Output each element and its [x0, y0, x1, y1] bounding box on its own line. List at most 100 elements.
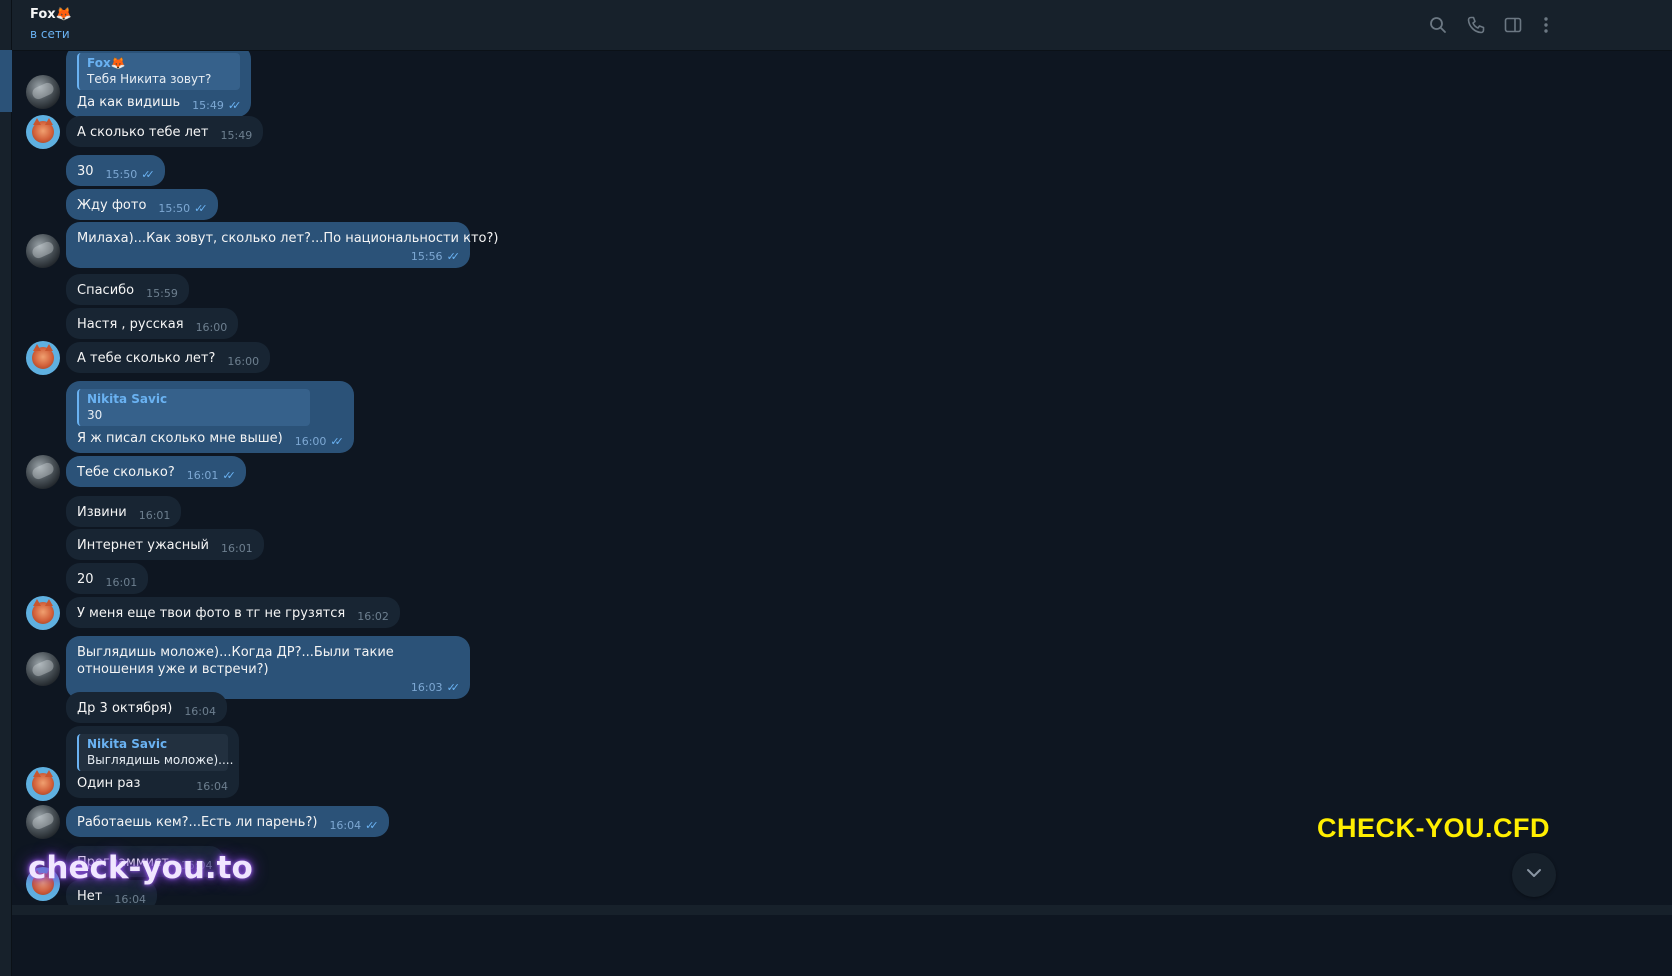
reply-text: Выглядишь моложе)....: [87, 753, 234, 767]
message-bubble-incoming[interactable]: У меня еще твои фото в тг не грузятся 16:…: [66, 597, 400, 628]
message-text: У меня еще твои фото в тг не грузятся: [77, 606, 346, 621]
reply-author: Nikita Savic: [87, 737, 168, 751]
read-ticks-icon: ✓✓: [141, 168, 155, 181]
message-meta: 15:56 ✓✓: [77, 248, 461, 265]
message-bubble-outgoing[interactable]: Жду фото 15:50 ✓✓: [66, 189, 218, 220]
message-meta: 16:01: [139, 507, 171, 524]
message-meta: 16:04: [196, 778, 228, 795]
message-time: 16:01: [105, 576, 138, 589]
read-ticks-icon: ✓✓: [446, 250, 461, 263]
avatar-fox[interactable]: [26, 767, 60, 801]
message-bubble-outgoing[interactable]: Работаешь кем?...Есть ли парень?) 16:04 ✓✓: [66, 806, 389, 837]
message-meta: 16:01: [221, 540, 253, 557]
search-icon[interactable]: [1427, 14, 1449, 36]
read-ticks-icon: ✓✓: [194, 202, 208, 215]
message-bubble-incoming[interactable]: Настя , русская 16:00: [66, 308, 239, 339]
message-text: 20: [77, 572, 94, 587]
message-bubble-outgoing[interactable]: Тебе сколько? 16:01 ✓✓: [66, 456, 246, 487]
message-bubble-incoming[interactable]: Спасибо 15:59: [66, 274, 189, 305]
watermark-yellow: CHECK-YOU.CFD: [1317, 813, 1550, 843]
message-meta: 15:49 ✓✓: [192, 97, 242, 114]
reply-author: Nikita Savic: [87, 392, 168, 406]
message-bubble-incoming[interactable]: Др 3 октября) 16:04: [66, 692, 228, 723]
reply-quote[interactable]: Nikita Savic Выглядишь моложе)....: [77, 734, 234, 771]
message-text: Жду фото: [77, 198, 147, 213]
message-meta: 16:00: [196, 319, 228, 336]
message-bubble-incoming[interactable]: А сколько тебе лет 15:49: [66, 116, 264, 147]
message-time: 16:00: [227, 355, 260, 368]
avatar-self[interactable]: [26, 652, 60, 686]
message-bubble-outgoing[interactable]: Милаха)...Как зовут, сколько лет?...По н…: [66, 222, 498, 268]
message-time: 16:04: [196, 780, 228, 793]
message-time: 16:04: [329, 819, 362, 832]
reply-text: Тебя Никита зовут?: [87, 72, 212, 86]
message-text: Др 3 октября): [77, 701, 173, 716]
message-text: А сколько тебе лет: [77, 125, 209, 140]
message-time: 16:01: [220, 542, 253, 555]
message-time: 15:50: [158, 202, 191, 215]
message-meta: 15:50 ✓✓: [105, 166, 155, 183]
avatar-fox[interactable]: [26, 596, 60, 630]
message-bubble-outgoing[interactable]: Fox🦊 Тебя Никита зовут? Да как видишь 15…: [66, 51, 252, 117]
message-bubble-incoming[interactable]: Извини 16:01: [66, 496, 182, 527]
message-time: 15:50: [105, 168, 138, 181]
message-text: Интернет ужасный: [77, 538, 209, 553]
avatar-self[interactable]: [26, 234, 60, 268]
message-bubble-incoming[interactable]: Nikita Savic Выглядишь моложе).... Один …: [66, 726, 239, 798]
read-ticks-icon: ✓✓: [330, 435, 344, 448]
message-meta: 16:04: [184, 703, 216, 720]
reply-quote[interactable]: Nikita Savic 30: [77, 389, 310, 426]
message-text: 30: [77, 164, 94, 179]
message-text: Тебе сколько?: [77, 465, 175, 480]
message-time: 16:01: [138, 509, 171, 522]
message-bubble-incoming[interactable]: Интернет ужасный 16:01: [66, 529, 264, 560]
avatar-fox[interactable]: [26, 115, 60, 149]
message-bubble-outgoing[interactable]: 30 15:50 ✓✓: [66, 155, 165, 186]
message-meta: 16:00 ✓✓: [294, 433, 344, 450]
message-text: Работаешь кем?...Есть ли парень?): [77, 815, 318, 830]
reply-text: 30: [87, 408, 103, 422]
message-time: 16:02: [357, 610, 389, 623]
message-meta: 15:50 ✓✓: [158, 200, 208, 217]
message-time: 16:04: [184, 705, 217, 718]
message-time: 16:01: [186, 469, 219, 482]
phone-icon[interactable]: [1465, 14, 1487, 36]
selected-chat-indicator: [0, 50, 12, 112]
message-text: Нет: [77, 889, 103, 904]
message-meta: 15:59: [146, 285, 178, 302]
message-time: 15:56: [410, 250, 443, 263]
chevron-down-icon: [1524, 863, 1544, 887]
message-text: Да как видишь: [77, 95, 181, 110]
message-bubble-outgoing[interactable]: Nikita Savic 30 Я ж писал сколько мне вы…: [66, 381, 354, 453]
message-time: 16:03: [410, 681, 443, 694]
message-text: Я ж писал сколько мне выше): [77, 431, 283, 446]
message-bubble-incoming[interactable]: 20 16:01: [66, 563, 149, 594]
message-time: 15:59: [146, 287, 178, 300]
message-bubble-outgoing[interactable]: Выглядишь моложе)...Когда ДР?...Были так…: [66, 636, 470, 699]
avatar-self[interactable]: [26, 455, 60, 489]
message-meta: 16:04 ✓✓: [329, 817, 378, 834]
message-bubble-incoming[interactable]: А тебе сколько лет? 16:00: [66, 342, 271, 373]
message-meta: 16:01: [106, 574, 138, 591]
message-text: Извини: [77, 505, 127, 520]
reply-quote[interactable]: Fox🦊 Тебя Никита зовут?: [77, 53, 241, 90]
avatar-self[interactable]: [26, 805, 60, 839]
message-text: Настя , русская: [77, 317, 184, 332]
more-vertical-icon[interactable]: [1535, 14, 1557, 36]
chat-title[interactable]: Fox🦊: [30, 7, 72, 22]
message-text: Выглядишь моложе)...Когда ДР?...Были так…: [77, 645, 394, 677]
composer-edge: [12, 905, 1672, 915]
chat-status: в сети: [30, 27, 70, 41]
avatar-self[interactable]: [26, 75, 60, 109]
message-time: 16:00: [294, 435, 327, 448]
read-ticks-icon: ✓✓: [227, 99, 242, 112]
chat-list-strip[interactable]: [0, 0, 12, 976]
message-meta: 16:00: [227, 353, 259, 370]
message-meta: 16:02: [357, 608, 389, 625]
sidebar-toggle-icon[interactable]: [1502, 14, 1524, 36]
avatar-fox[interactable]: [26, 341, 60, 375]
message-time: 16:00: [195, 321, 228, 334]
scroll-down-button[interactable]: [1512, 853, 1556, 897]
message-meta: 16:01 ✓✓: [186, 467, 236, 484]
read-ticks-icon: ✓✓: [222, 469, 236, 482]
